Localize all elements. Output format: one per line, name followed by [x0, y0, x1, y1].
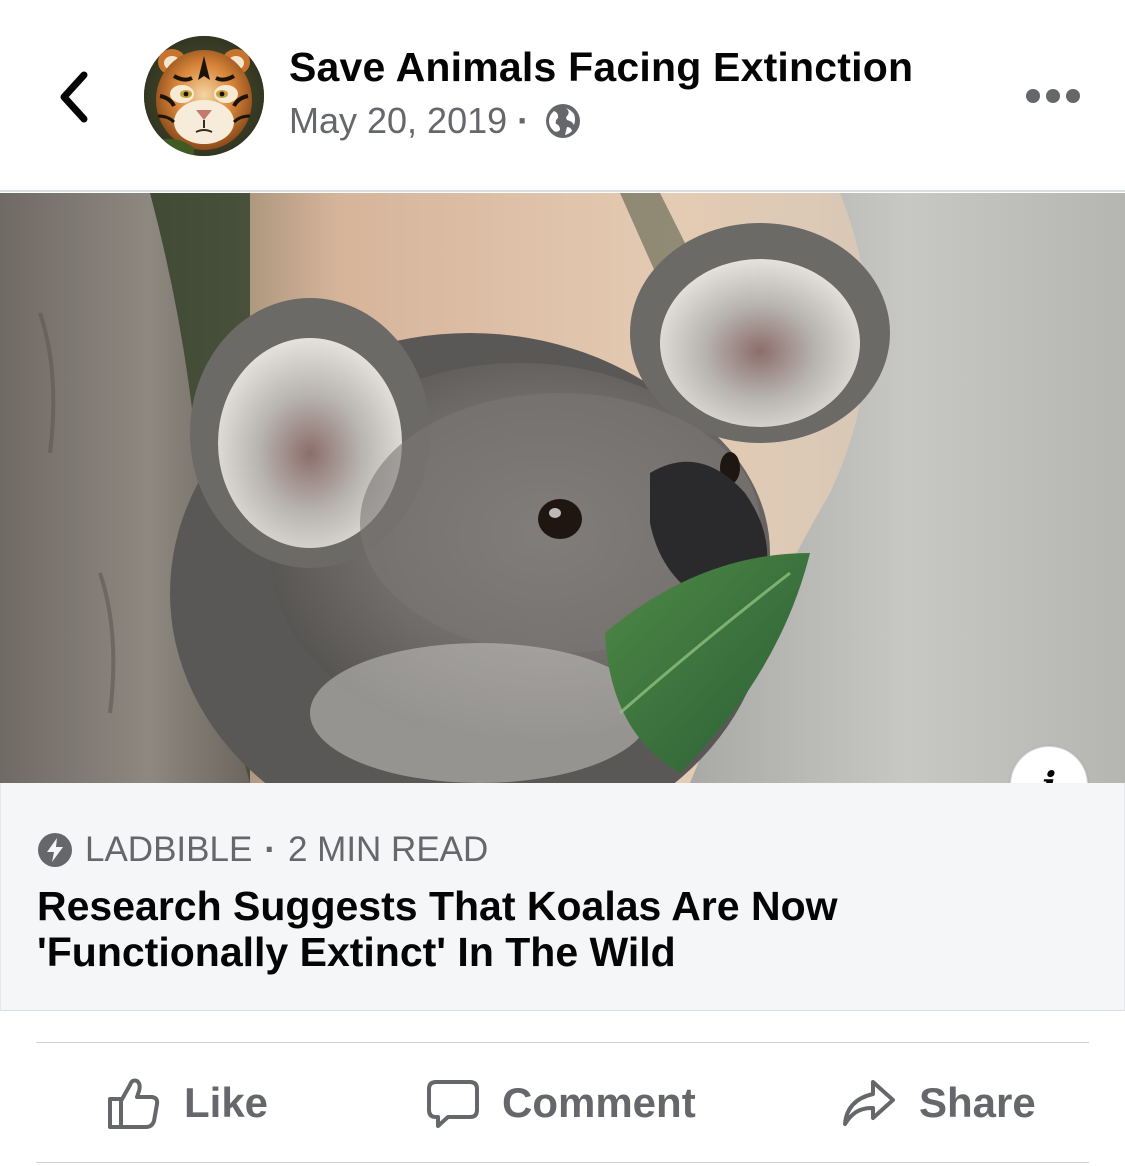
lightning-bolt-icon	[38, 833, 72, 867]
actions-divider-bottom	[36, 1162, 1089, 1163]
like-button[interactable]: Like	[106, 1043, 268, 1162]
post-meta: May 20, 2019 ·	[289, 100, 581, 142]
koala-photo	[0, 193, 1125, 783]
page-name[interactable]: Save Animals Facing Extinction	[289, 44, 913, 91]
source-separator: ·	[264, 830, 276, 869]
read-time: 2 MIN READ	[287, 830, 489, 869]
comment-label: Comment	[502, 1078, 696, 1126]
post-header: Save Animals Facing Extinction May 20, 2…	[0, 0, 1125, 192]
share-button[interactable]: Share	[841, 1043, 1036, 1162]
comment-button[interactable]: Comment	[426, 1043, 696, 1162]
back-button[interactable]	[44, 62, 104, 132]
thumbs-up-icon	[108, 1078, 160, 1129]
chevron-left-icon	[60, 71, 88, 123]
comment-icon	[427, 1079, 479, 1128]
page-avatar[interactable]	[144, 36, 264, 156]
more-options-button[interactable]	[1022, 80, 1084, 112]
post-date[interactable]: May 20, 2019	[289, 100, 507, 142]
link-preview-image[interactable]	[0, 193, 1125, 783]
share-arrow-icon	[843, 1079, 895, 1126]
post-actions-bar: Like Comment Share	[36, 1043, 1089, 1162]
link-source-row: LADBIBLE · 2 MIN READ	[37, 830, 488, 870]
link-source: LADBIBLE	[85, 830, 253, 869]
share-label: Share	[919, 1078, 1036, 1126]
like-label: Like	[184, 1078, 269, 1126]
meta-separator: ·	[517, 100, 530, 141]
header-divider	[0, 190, 1125, 192]
more-dot	[1066, 89, 1080, 103]
more-dot	[1046, 89, 1060, 103]
more-horizontal-icon	[1026, 89, 1040, 103]
link-preview-card[interactable]: LADBIBLE · 2 MIN READ Research Suggests …	[0, 783, 1125, 1011]
tiger-avatar-image	[144, 36, 264, 156]
globe-icon[interactable]	[545, 103, 581, 139]
link-headline[interactable]: Research Suggests That Koalas Are Now 'F…	[37, 883, 1057, 975]
